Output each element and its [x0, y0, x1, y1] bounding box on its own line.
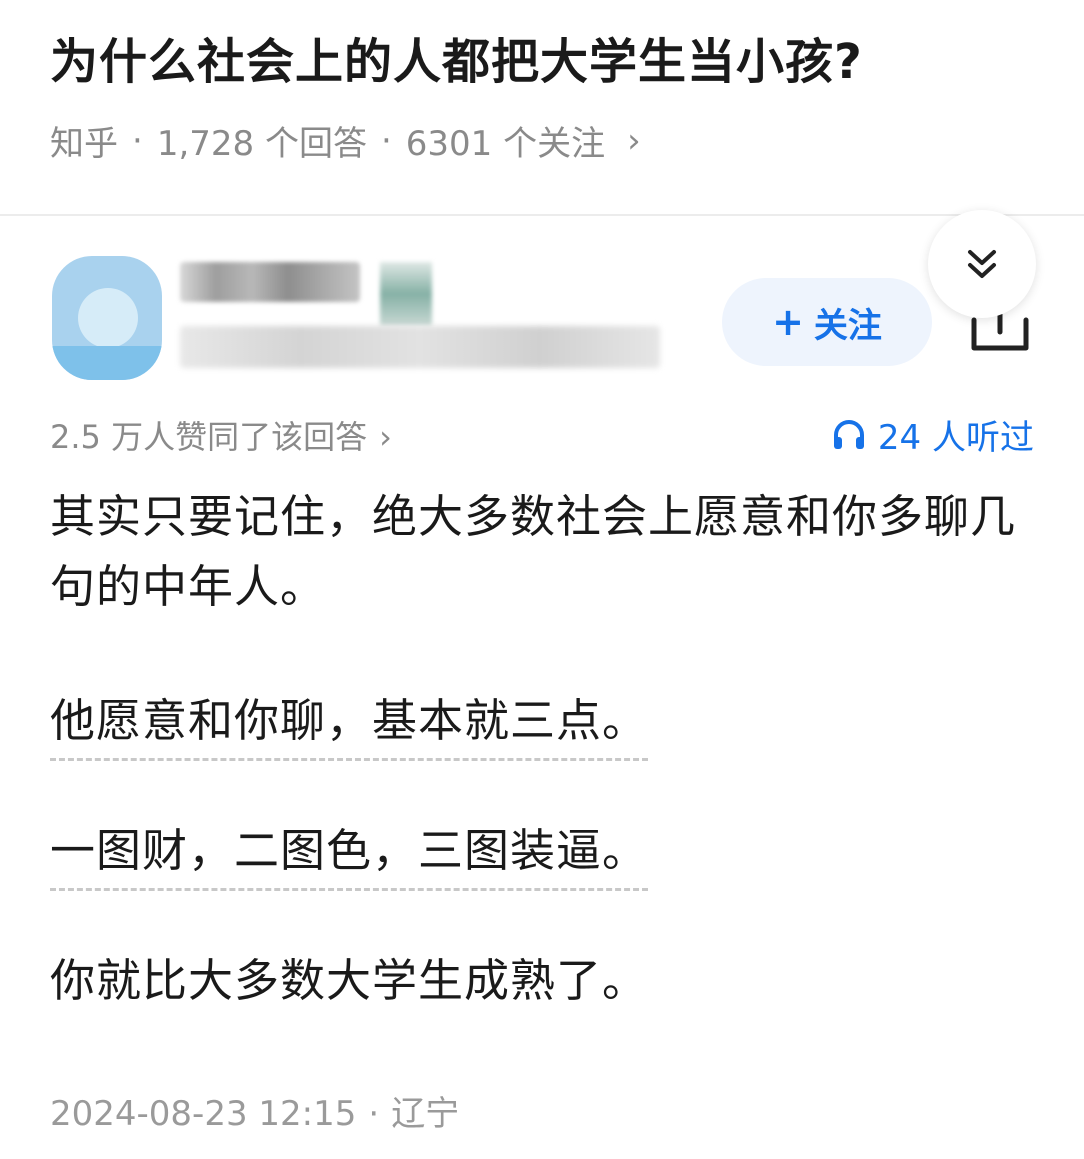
- answer-count: 1,728 个回答: [156, 124, 367, 164]
- question-meta[interactable]: 知乎 · 1,728 个回答 · 6301 个关注 ›: [50, 116, 641, 165]
- vote-count: 2.5 万人赞同了该回答: [50, 418, 368, 456]
- question-title[interactable]: 为什么社会上的人都把大学生当小孩?: [50, 22, 863, 92]
- author-bio-blurred: [180, 326, 660, 368]
- plus-icon: +: [772, 300, 804, 344]
- meta-separator: ·: [380, 120, 392, 161]
- vote-summary[interactable]: 2.5 万人赞同了该回答 ›: [50, 412, 392, 458]
- answer-paragraph: 其实只要记住，绝大多数社会上愿意和你多聊几句的中年人。: [50, 490, 1017, 613]
- author-badge-blurred: [380, 262, 432, 326]
- answer-paragraph-text[interactable]: 他愿意和你聊，基本就三点。: [50, 686, 649, 761]
- avatar[interactable]: [52, 256, 162, 380]
- follower-count: 6301 个关注: [405, 124, 606, 164]
- chevron-right-icon: ›: [379, 418, 392, 456]
- source-label: 知乎: [50, 124, 118, 164]
- follow-button[interactable]: + 关注: [722, 278, 932, 366]
- answer-paragraph-linked[interactable]: 一图财，二图色，三图装逼。: [50, 816, 1040, 891]
- answer-location: 辽宁: [391, 1094, 460, 1134]
- meta-separator: ·: [132, 120, 143, 161]
- follow-label: 关注: [813, 305, 882, 346]
- answer-paragraph: 你就比大多数大学生成熟了。: [50, 954, 649, 1007]
- answer-footer: 2024-08-23 12:15 · 辽宁: [50, 1086, 459, 1135]
- divider: [0, 214, 1084, 216]
- listen-label: 24 人听过: [877, 418, 1034, 458]
- answer-date: 2024-08-23 12:15: [50, 1094, 357, 1134]
- answer-paragraph-linked[interactable]: 他愿意和你聊，基本就三点。: [50, 686, 1040, 761]
- collapse-button[interactable]: [928, 210, 1036, 318]
- headphones-icon: [833, 419, 864, 449]
- double-chevron-down-icon: [968, 250, 996, 278]
- meta-separator: ·: [368, 1094, 380, 1134]
- chevron-right-icon: ›: [627, 120, 641, 161]
- answer-paragraph-text[interactable]: 一图财，二图色，三图装逼。: [50, 816, 649, 891]
- listen-count[interactable]: 24 人听过: [832, 410, 1034, 459]
- author-name-blurred[interactable]: [180, 262, 360, 302]
